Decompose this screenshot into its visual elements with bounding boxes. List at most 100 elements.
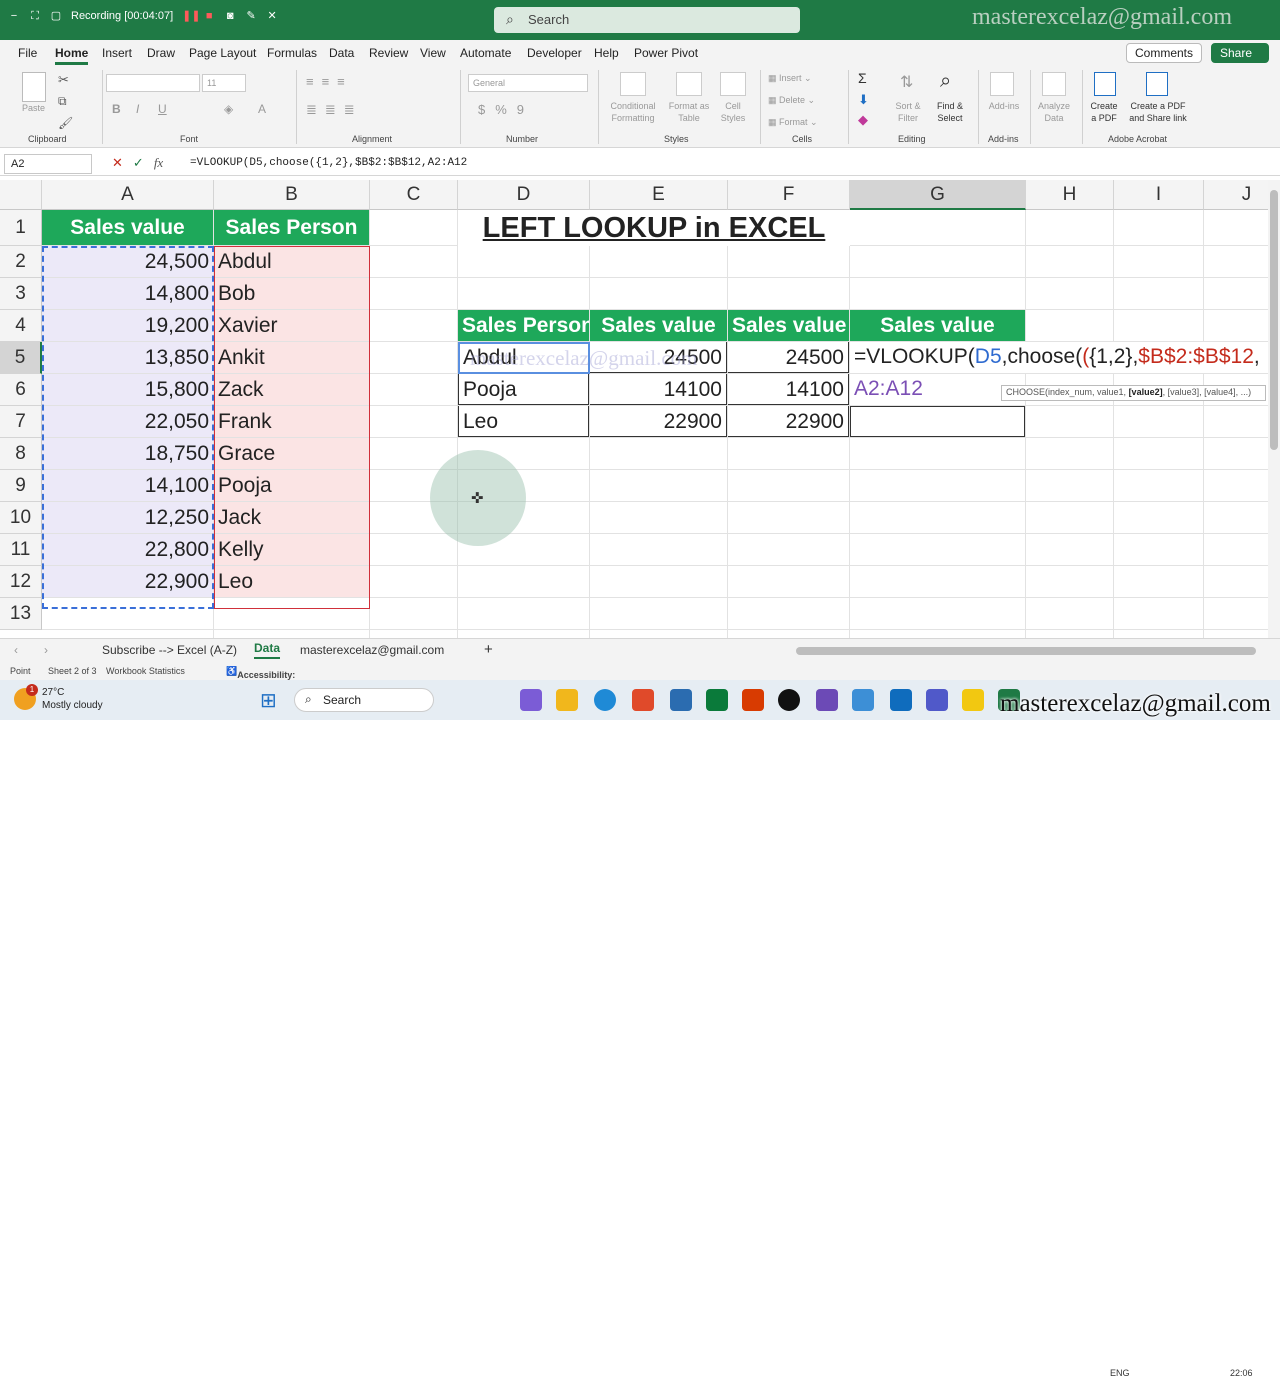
add-sheet-icon[interactable]: + xyxy=(484,641,493,658)
column-header-e[interactable]: E xyxy=(590,180,728,210)
menu-tab-home[interactable]: Home xyxy=(55,46,89,65)
paste-icon[interactable] xyxy=(22,72,46,102)
column-header-i[interactable]: I xyxy=(1114,180,1204,210)
index-match-result-cell[interactable]: 22900 xyxy=(590,406,727,437)
comments-button[interactable]: Comments xyxy=(1126,43,1202,63)
formula-input[interactable]: =VLOOKUP(D5,choose({1,2},$B$2:$B$12,A2:A… xyxy=(190,157,467,169)
column-header-b[interactable]: B xyxy=(214,180,370,210)
cancel-icon[interactable]: ✕ xyxy=(112,155,123,171)
close-icon[interactable]: ✕ xyxy=(266,10,278,22)
menu-tab-developer[interactable]: Developer xyxy=(527,46,582,60)
app-icon-red[interactable] xyxy=(632,689,654,711)
sales-person-cell[interactable]: Abdul xyxy=(214,246,369,277)
app-icon-screen[interactable] xyxy=(890,689,912,711)
fill-color-icon[interactable]: ◈ xyxy=(224,102,233,116)
row-header-8[interactable]: 8 xyxy=(0,438,42,470)
fill-icon[interactable]: ⬇ xyxy=(858,92,869,108)
row-header-3[interactable]: 3 xyxy=(0,278,42,310)
autosum-icon[interactable]: Σ xyxy=(858,70,867,86)
number-icons[interactable]: $%9 xyxy=(478,102,534,117)
menu-tab-file[interactable]: File xyxy=(18,46,37,60)
cell-styles-icon[interactable] xyxy=(720,72,746,96)
format-painter-icon[interactable]: 🖌 xyxy=(58,116,73,130)
menu-tab-draw[interactable]: Draw xyxy=(147,46,175,60)
row-header-2[interactable]: 2 xyxy=(0,246,42,278)
app-icon-green[interactable] xyxy=(706,689,728,711)
next-sheet-icon[interactable]: › xyxy=(44,643,48,657)
copy-icon[interactable]: ⧉ xyxy=(58,94,67,109)
cut-icon[interactable]: ✂ xyxy=(58,72,69,88)
menu-tab-view[interactable]: View xyxy=(420,46,446,60)
app-icon-blue[interactable] xyxy=(670,689,692,711)
xlookup-result-cell[interactable]: 24500 xyxy=(728,342,849,373)
font-name-select[interactable] xyxy=(106,74,200,92)
find-select-icon[interactable]: ⌕ xyxy=(940,70,951,93)
font-size-select[interactable]: 11 xyxy=(202,74,246,92)
lookup-name-cell[interactable]: Leo xyxy=(458,406,589,437)
sort-filter-icon[interactable]: ⇅ xyxy=(900,72,913,92)
edge-icon[interactable] xyxy=(594,689,616,711)
column-header-h[interactable]: H xyxy=(1026,180,1114,210)
sheet-tab-email[interactable]: masterexcelaz@gmail.com xyxy=(300,643,444,657)
sales-value-cell[interactable]: 19,200 xyxy=(42,310,213,341)
sheet-tab-data[interactable]: Data xyxy=(254,641,281,659)
menu-tab-formulas[interactable]: Formulas xyxy=(267,46,317,60)
language-indicator[interactable]: ENG xyxy=(1110,1368,1130,1378)
column-header-d[interactable]: D xyxy=(458,180,590,210)
column-header-j[interactable]: J xyxy=(1204,180,1268,210)
row-header-7[interactable]: 7 xyxy=(0,406,42,438)
column-header-a[interactable]: A xyxy=(42,180,214,210)
column-header-g[interactable]: G xyxy=(850,180,1026,210)
app-icon-lightblue[interactable] xyxy=(852,689,874,711)
accessibility-status[interactable]: ♿ Accessibility: Investigate xyxy=(226,666,295,690)
menu-tab-page-layout[interactable]: Page Layout xyxy=(189,46,256,60)
row-header-6[interactable]: 6 xyxy=(0,374,42,406)
sales-value-cell[interactable]: 22,800 xyxy=(42,534,213,565)
pencil-icon[interactable]: ✎ xyxy=(245,10,257,22)
addins-icon[interactable] xyxy=(990,72,1014,96)
taskbar-search[interactable]: ⌕ Search xyxy=(294,688,434,712)
insert-function-icon[interactable]: fx xyxy=(154,155,163,171)
sales-value-cell[interactable]: 22,050 xyxy=(42,406,213,437)
row-header-13[interactable]: 13 xyxy=(0,598,42,630)
minus-icon[interactable]: − xyxy=(8,10,20,22)
sales-person-cell[interactable]: Xavier xyxy=(214,310,369,341)
app-icon-orange[interactable] xyxy=(742,689,764,711)
column-header-c[interactable]: C xyxy=(370,180,458,210)
italic-icon[interactable]: I xyxy=(136,102,139,116)
format-as-table-icon[interactable] xyxy=(676,72,702,96)
menu-tab-data[interactable]: Data xyxy=(329,46,354,60)
insert-cells-button[interactable]: ▦ Insert ⌄ xyxy=(768,72,812,84)
align-icons[interactable]: ≡≡≡ xyxy=(306,74,353,89)
sales-value-cell[interactable]: 18,750 xyxy=(42,438,213,469)
sales-person-cell[interactable]: Grace xyxy=(214,438,369,469)
sales-person-cell[interactable]: Leo xyxy=(214,566,369,597)
vertical-scrollbar[interactable] xyxy=(1268,180,1280,638)
menu-tab-help[interactable]: Help xyxy=(594,46,619,60)
teams-icon[interactable] xyxy=(926,689,948,711)
worksheet-grid[interactable]: A B C D E F G H I J 1 2 3 4 5 6 7 8 9 10 11 12 13 Sales value Sa… xyxy=(0,180,1268,638)
row-header-4[interactable]: 4 xyxy=(0,310,42,342)
sales-value-cell[interactable]: 12,250 xyxy=(42,502,213,533)
number-format-select[interactable]: General xyxy=(468,74,588,92)
function-tooltip[interactable]: CHOOSE(index_num, value1, [value2], [val… xyxy=(1001,385,1266,401)
xlookup-result-cell[interactable]: 14100 xyxy=(728,374,849,405)
stop-icon[interactable]: ■ xyxy=(203,10,215,22)
row-header-5[interactable]: 5 xyxy=(0,342,42,374)
workbook-statistics[interactable]: Workbook Statistics xyxy=(106,666,185,676)
sales-value-cell[interactable]: 15,800 xyxy=(42,374,213,405)
sales-value-cell[interactable]: 14,800 xyxy=(42,278,213,309)
enter-icon[interactable]: ✓ xyxy=(133,155,144,171)
horizontal-scrollbar[interactable] xyxy=(796,647,1256,655)
sales-value-cell[interactable]: 24,500 xyxy=(42,246,213,277)
sales-person-cell[interactable]: Pooja xyxy=(214,470,369,501)
menu-tab-insert[interactable]: Insert xyxy=(102,46,132,60)
clear-icon[interactable]: ◆ xyxy=(858,112,868,128)
fullscreen-icon[interactable]: ⛶ xyxy=(29,10,41,22)
sales-person-cell[interactable]: Jack xyxy=(214,502,369,533)
menu-tab-automate[interactable]: Automate xyxy=(460,46,511,60)
row-header-10[interactable]: 10 xyxy=(0,502,42,534)
row-header-12[interactable]: 12 xyxy=(0,566,42,598)
delete-cells-button[interactable]: ▦ Delete ⌄ xyxy=(768,94,815,106)
conditional-formatting-icon[interactable] xyxy=(620,72,646,96)
